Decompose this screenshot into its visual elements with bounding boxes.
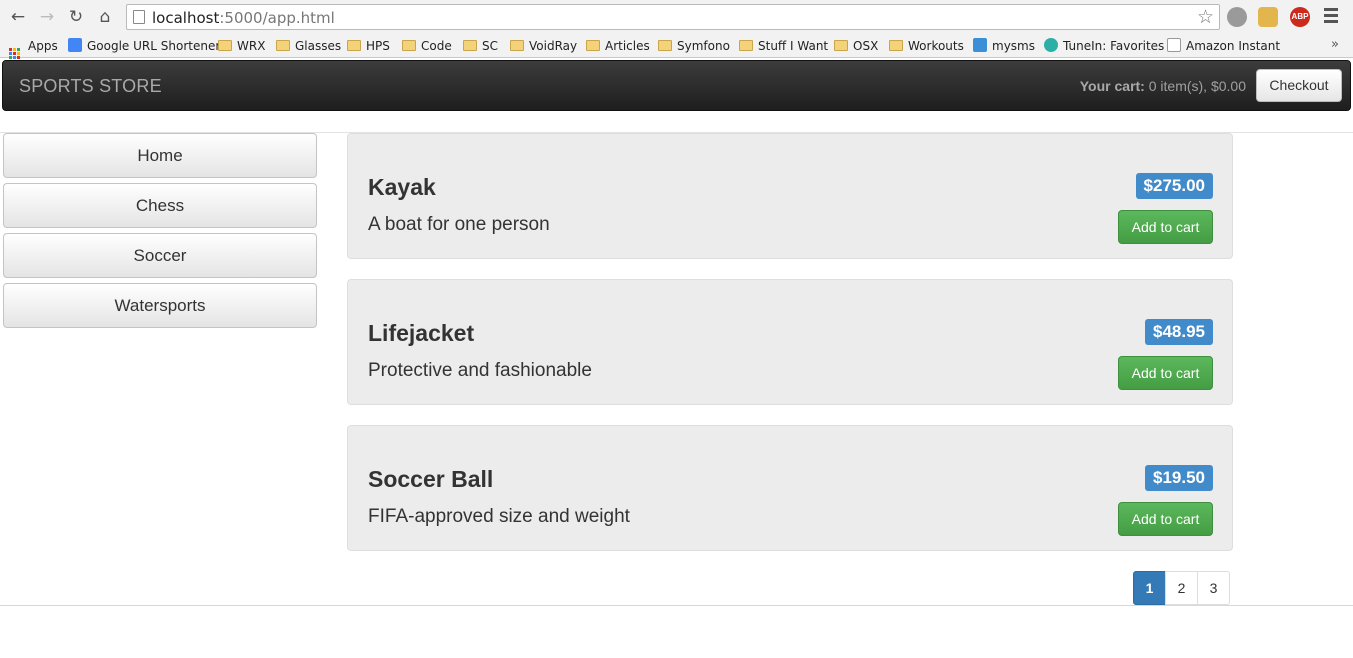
bookmark-workouts[interactable]: Workouts — [889, 38, 964, 54]
folder-icon — [347, 40, 361, 51]
reload-icon[interactable]: ↻ — [64, 5, 88, 29]
back-icon[interactable]: ← — [6, 5, 30, 29]
category-chess-button[interactable]: Chess — [3, 183, 317, 228]
bookmark-mysms[interactable]: mysms — [973, 38, 1035, 54]
amazon-icon — [1167, 38, 1181, 52]
tunein-icon — [1044, 38, 1058, 52]
cart-value: 0 item(s), $0.00 — [1148, 78, 1246, 94]
adblock-icon[interactable]: ABP — [1290, 7, 1310, 27]
product-name: Kayak — [368, 174, 436, 200]
extension-icon[interactable] — [1227, 7, 1247, 27]
category-home-button[interactable]: Home — [3, 133, 317, 178]
brand[interactable]: SPORTS STORE — [19, 76, 162, 97]
product-description: FIFA-approved size and weight — [368, 506, 630, 527]
add-to-cart-button[interactable]: Add to cart — [1118, 356, 1213, 390]
bookmark-stuff-i-want[interactable]: Stuff I Want — [739, 38, 828, 54]
page-button-2[interactable]: 2 — [1165, 571, 1198, 605]
bookmark-star-icon[interactable]: ☆ — [1197, 6, 1214, 28]
price-badge: $48.95 — [1145, 319, 1213, 345]
folder-icon — [463, 40, 477, 51]
bookmark-osx[interactable]: OSX — [834, 38, 878, 54]
product-description: A boat for one person — [368, 214, 550, 235]
bookmark-articles[interactable]: Articles — [586, 38, 650, 54]
bookmark-wrx[interactable]: WRX — [218, 38, 265, 54]
product-name: Soccer Ball — [368, 466, 494, 492]
bookmark-voidray[interactable]: VoidRay — [510, 38, 577, 54]
pagination: 1 2 3 — [1133, 571, 1230, 605]
navbar: SPORTS STORE Your cart: 0 item(s), $0.00… — [2, 60, 1351, 111]
folder-icon — [739, 40, 753, 51]
page-button-3[interactable]: 3 — [1197, 571, 1230, 605]
checkout-button[interactable]: Checkout — [1256, 69, 1342, 102]
bookmark-code[interactable]: Code — [402, 38, 452, 54]
google-icon — [68, 38, 82, 52]
product-card: Kayak A boat for one person $275.00 Add … — [347, 133, 1233, 259]
browser-toolbar: ← → ↻ ⌂ localhost:5000/app.html ☆ ABP — [0, 0, 1353, 34]
page-icon — [133, 10, 145, 24]
url-text: localhost:5000/app.html — [152, 9, 335, 27]
address-bar[interactable]: localhost:5000/app.html ☆ — [126, 4, 1220, 30]
bookmark-tunein[interactable]: TuneIn: Favorites — [1044, 38, 1164, 54]
product-card: Soccer Ball FIFA-approved size and weigh… — [347, 425, 1233, 551]
folder-icon — [276, 40, 290, 51]
home-icon[interactable]: ⌂ — [93, 5, 117, 29]
category-watersports-button[interactable]: Watersports — [3, 283, 317, 328]
apps-icon — [9, 48, 23, 59]
page-button-1[interactable]: 1 — [1133, 571, 1166, 605]
bookmark-glasses[interactable]: Glasses — [276, 38, 341, 54]
menu-icon[interactable] — [1324, 8, 1338, 26]
bookmark-google-url-shortener[interactable]: Google URL Shortener — [68, 38, 220, 54]
bookmark-amazon[interactable]: Amazon Instant — [1167, 38, 1280, 54]
folder-icon — [889, 40, 903, 51]
folder-icon — [586, 40, 600, 51]
product-name: Lifejacket — [368, 320, 475, 346]
product-description: Protective and fashionable — [368, 360, 592, 381]
bookmark-apps[interactable]: Apps — [9, 38, 58, 59]
bookmark-hps[interactable]: HPS — [347, 38, 390, 54]
folder-icon — [402, 40, 416, 51]
bookmark-sc[interactable]: SC — [463, 38, 498, 54]
category-soccer-button[interactable]: Soccer — [3, 233, 317, 278]
folder-icon — [834, 40, 848, 51]
mysms-icon — [973, 38, 987, 52]
price-badge: $275.00 — [1135, 173, 1213, 199]
forward-icon[interactable]: → — [35, 5, 59, 29]
divider — [0, 605, 1353, 606]
folder-icon — [218, 40, 232, 51]
add-to-cart-button[interactable]: Add to cart — [1118, 502, 1213, 536]
cart-summary: Your cart: 0 item(s), $0.00 — [1079, 78, 1246, 94]
add-to-cart-button[interactable]: Add to cart — [1118, 210, 1213, 244]
folder-icon — [510, 40, 524, 51]
chevron-more-icon[interactable]: » — [1331, 37, 1339, 52]
page-viewport: SPORTS STORE Your cart: 0 item(s), $0.00… — [0, 59, 1353, 658]
bookmark-symfono[interactable]: Symfono — [658, 38, 730, 54]
folder-icon — [658, 40, 672, 51]
bookmarks-bar: Apps Google URL Shortener WRX Glasses HP… — [0, 34, 1353, 59]
price-badge: $19.50 — [1145, 465, 1213, 491]
product-card: Lifejacket Protective and fashionable $4… — [347, 279, 1233, 405]
extension-icon[interactable] — [1258, 7, 1278, 27]
